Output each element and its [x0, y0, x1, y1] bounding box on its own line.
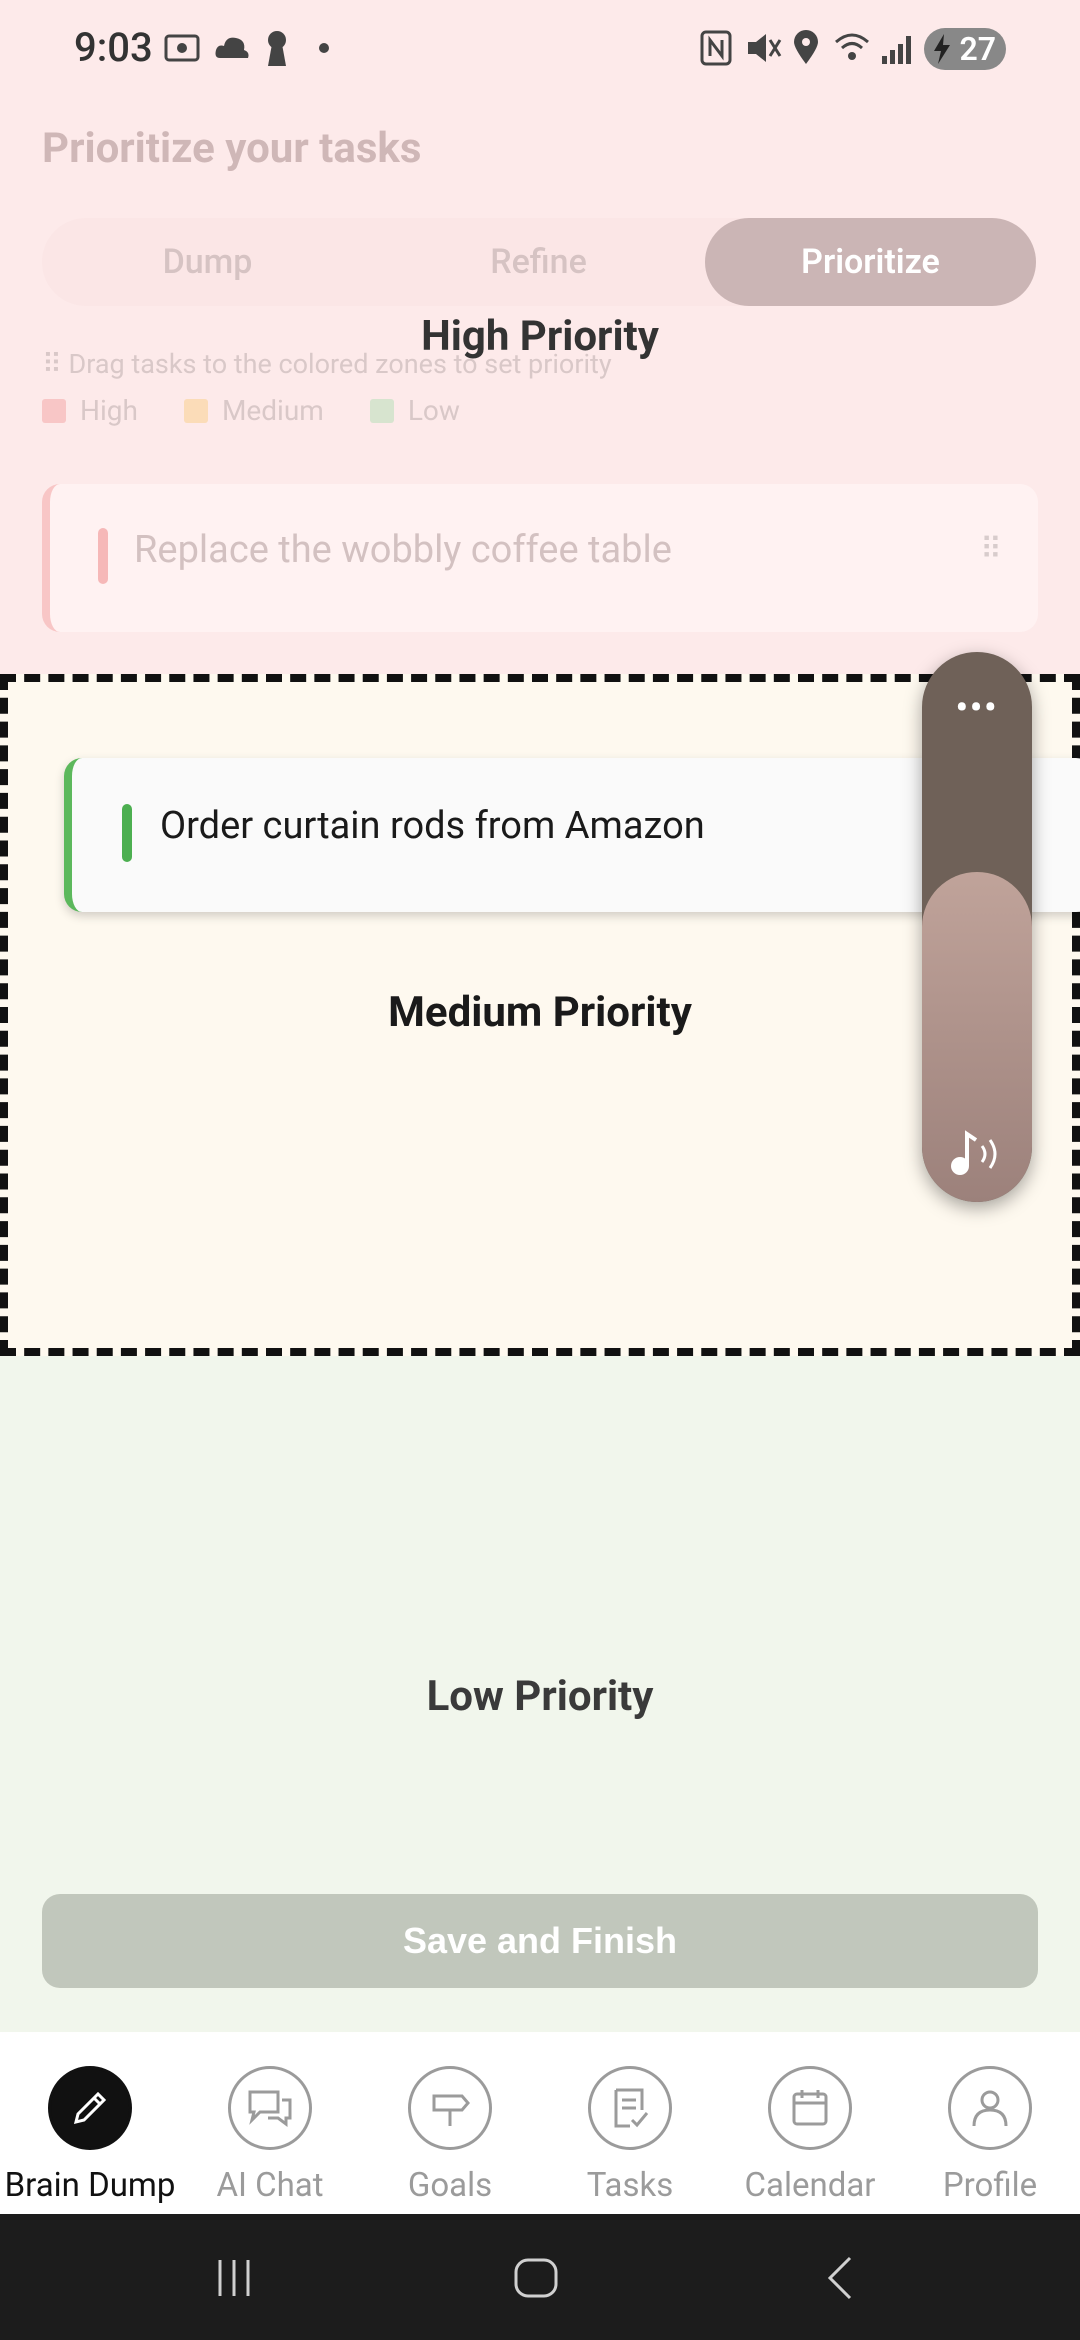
calendar-icon	[768, 2066, 852, 2150]
task-priority-bar	[122, 804, 132, 862]
task-list-icon	[588, 2066, 672, 2150]
nav-label: Tasks	[586, 2166, 674, 2205]
save-and-finish-button[interactable]: Save and Finish	[42, 1894, 1038, 1988]
bottom-navigation: Brain Dump AI Chat Goals Tasks Calendar …	[0, 2032, 1080, 2214]
medium-priority-zone-label: Medium Priority	[388, 988, 692, 1037]
charging-icon	[934, 34, 950, 64]
dot-icon	[319, 43, 329, 53]
pencil-icon	[48, 2066, 132, 2150]
task-text: Replace the wobbly coffee table	[134, 528, 672, 572]
legend-high: High	[42, 394, 138, 427]
signal-icon	[882, 36, 911, 64]
screenshot-icon	[164, 34, 200, 62]
low-priority-zone-label: Low Priority	[426, 1672, 654, 1721]
profile-icon	[948, 2066, 1032, 2150]
nav-label: AI Chat	[216, 2166, 324, 2205]
nav-brain-dump[interactable]: Brain Dump	[0, 2032, 180, 2214]
task-priority-bar	[98, 528, 108, 584]
legend-high-label: High	[80, 394, 138, 427]
nav-label: Profile	[942, 2166, 1038, 2205]
page-title: Prioritize your tasks	[42, 124, 422, 173]
volume-slider[interactable]: •••	[922, 652, 1032, 1202]
nav-label: Calendar	[744, 2166, 876, 2205]
nav-profile[interactable]: Profile	[900, 2032, 1080, 2214]
tab-refine[interactable]: Refine	[373, 218, 704, 306]
task-card[interactable]: Replace the wobbly coffee table ⠿	[42, 484, 1038, 632]
signpost-icon	[408, 2066, 492, 2150]
nav-label: Goals	[407, 2166, 493, 2205]
nav-tasks[interactable]: Tasks	[540, 2032, 720, 2214]
legend-low: Low	[369, 394, 460, 427]
legend-medium-swatch	[183, 398, 208, 423]
tab-dump[interactable]: Dump	[42, 218, 373, 306]
wifi-icon	[835, 33, 869, 60]
keyhole-icon	[268, 31, 286, 66]
chat-icon	[228, 2066, 312, 2150]
status-bar: 9:03 27	[0, 0, 1080, 96]
location-icon	[794, 30, 818, 64]
step-tabs: Dump Refine Prioritize	[42, 218, 1036, 306]
system-navigation-bar	[0, 2214, 1080, 2340]
recent-apps-icon[interactable]	[212, 2256, 256, 2300]
more-options-icon[interactable]: •••	[922, 688, 1032, 728]
legend-high-swatch	[42, 398, 66, 423]
status-time: 9:03	[74, 24, 153, 71]
tab-prioritize[interactable]: Prioritize	[705, 218, 1036, 306]
nav-label: Brain Dump	[4, 2166, 176, 2205]
priority-legend: High Medium Low	[42, 394, 460, 427]
mute-icon	[748, 34, 782, 62]
nav-calendar[interactable]: Calendar	[720, 2032, 900, 2214]
high-priority-zone-label: High Priority	[421, 312, 659, 361]
legend-medium-label: Medium	[221, 394, 324, 427]
battery-indicator: 27	[924, 28, 1006, 70]
back-icon[interactable]	[820, 2254, 860, 2302]
home-icon[interactable]	[512, 2254, 560, 2302]
nfc-icon	[700, 30, 732, 66]
media-volume-icon	[951, 1130, 997, 1175]
nav-ai-chat[interactable]: AI Chat	[180, 2032, 360, 2214]
nav-goals[interactable]: Goals	[360, 2032, 540, 2214]
legend-low-label: Low	[407, 394, 460, 427]
drag-handle-icon[interactable]: ⠿	[980, 532, 1002, 567]
legend-low-swatch	[369, 398, 394, 423]
cloud-icon	[215, 37, 249, 58]
legend-medium: Medium	[183, 394, 324, 427]
battery-level: 27	[959, 30, 996, 68]
task-text: Order curtain rods from Amazon	[160, 804, 705, 848]
